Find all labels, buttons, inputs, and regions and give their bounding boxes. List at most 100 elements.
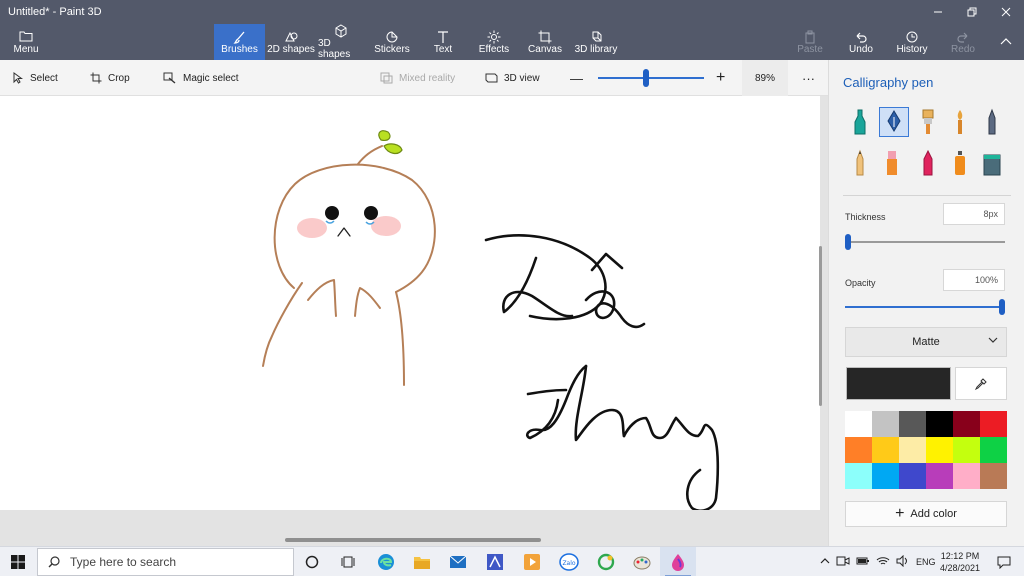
color-swatch[interactable] xyxy=(926,463,953,489)
eye-right xyxy=(364,206,378,220)
history-button[interactable]: History xyxy=(894,24,930,60)
magic-select-button[interactable]: Magic select xyxy=(163,60,239,96)
tab-text[interactable]: Text xyxy=(428,24,458,60)
language-indicator[interactable]: ENG xyxy=(916,557,936,567)
brush-fill[interactable] xyxy=(979,148,1005,178)
brush-spray-can[interactable] xyxy=(947,148,973,178)
tab-3d-shapes[interactable]: 3D shapes xyxy=(318,24,364,60)
tab-brushes[interactable]: Brushes xyxy=(214,24,265,60)
brush-marker[interactable] xyxy=(847,107,873,137)
brush-oil[interactable] xyxy=(915,107,941,137)
zoom-slider-thumb[interactable] xyxy=(643,69,649,87)
battery-icon[interactable] xyxy=(856,556,870,568)
mixed-reality-button[interactable]: Mixed reality xyxy=(380,60,455,96)
taskbar-paint-3d[interactable] xyxy=(660,547,696,576)
color-swatch[interactable] xyxy=(872,437,899,463)
brush-pixel-pen[interactable] xyxy=(979,107,1005,137)
close-button[interactable] xyxy=(988,0,1024,24)
color-swatch[interactable] xyxy=(980,411,1007,437)
tab-2d-shapes[interactable]: 2D shapes xyxy=(267,24,315,60)
paint-3d-icon xyxy=(672,554,684,571)
tab-canvas[interactable]: Canvas xyxy=(528,24,562,60)
color-swatch[interactable] xyxy=(872,411,899,437)
3d-view-button[interactable]: 3D view xyxy=(485,60,540,96)
brush-pencil[interactable] xyxy=(847,148,873,178)
color-swatch[interactable] xyxy=(953,463,980,489)
start-button[interactable] xyxy=(0,547,36,576)
opacity-slider-thumb[interactable] xyxy=(999,299,1005,315)
opacity-value[interactable]: 100% xyxy=(943,269,1005,291)
color-swatch[interactable] xyxy=(926,411,953,437)
tab-3d-library-label: 3D library xyxy=(574,43,618,55)
menu-button[interactable]: Menu xyxy=(0,24,52,60)
color-swatch[interactable] xyxy=(980,437,1007,463)
zoom-in-button[interactable]: + xyxy=(716,60,725,96)
taskbar-edge[interactable] xyxy=(368,547,404,576)
paste-button[interactable]: Paste xyxy=(794,24,826,60)
crop-button[interactable]: Crop xyxy=(90,60,130,96)
color-swatch[interactable] xyxy=(845,411,872,437)
brush-icon xyxy=(232,31,244,44)
add-color-button[interactable]: + Add color xyxy=(845,501,1007,527)
stickers-icon xyxy=(386,30,398,42)
brush-crayon[interactable] xyxy=(915,148,941,178)
cortana-circle-icon xyxy=(305,555,319,569)
color-swatch[interactable] xyxy=(872,463,899,489)
brush-watercolor[interactable] xyxy=(947,107,973,137)
color-swatch[interactable] xyxy=(980,463,1007,489)
thickness-slider-thumb[interactable] xyxy=(845,234,852,250)
thickness-slider-track[interactable] xyxy=(845,241,1005,243)
brush-eraser[interactable] xyxy=(879,148,905,178)
cortana-button[interactable] xyxy=(294,547,330,576)
eyedropper-button[interactable] xyxy=(955,367,1007,400)
brush-calligraphy-pen[interactable] xyxy=(879,107,909,137)
taskbar-clock[interactable]: 12:12 PM 4/28/2021 xyxy=(934,550,986,574)
horizontal-scrollbar[interactable] xyxy=(285,538,541,542)
tab-stickers[interactable]: Stickers xyxy=(370,24,414,60)
meet-now-icon[interactable] xyxy=(836,555,850,569)
wifi-icon[interactable] xyxy=(876,555,890,569)
history-label: History xyxy=(896,43,928,55)
finish-dropdown[interactable]: Matte xyxy=(845,327,1007,357)
zoom-value[interactable]: 89% xyxy=(742,60,788,96)
taskbar-app-green[interactable] xyxy=(588,547,624,576)
color-swatch[interactable] xyxy=(845,463,872,489)
zoom-slider-track[interactable] xyxy=(598,77,704,79)
taskbar-zalo[interactable]: Zalo xyxy=(551,547,587,576)
select-button[interactable]: Select xyxy=(12,60,58,96)
taskbar-mail[interactable] xyxy=(440,547,476,576)
tab-effects[interactable]: Effects xyxy=(477,24,511,60)
collapse-ribbon-button[interactable] xyxy=(994,24,1018,60)
color-swatch[interactable] xyxy=(953,437,980,463)
color-swatch[interactable] xyxy=(899,463,926,489)
taskbar-paint[interactable] xyxy=(624,547,660,576)
taskbar-file-explorer[interactable] xyxy=(404,547,440,576)
color-swatch[interactable] xyxy=(899,411,926,437)
zoom-out-button[interactable]: — xyxy=(570,60,583,96)
redo-button[interactable]: Redo xyxy=(948,24,978,60)
more-options-button[interactable]: ··· xyxy=(802,60,815,96)
minimize-button[interactable] xyxy=(920,0,956,24)
clock-time: 12:12 PM xyxy=(940,551,980,561)
redo-icon xyxy=(957,32,968,43)
taskbar-search[interactable]: Type here to search xyxy=(37,548,294,576)
minimize-icon xyxy=(934,11,942,13)
color-swatch[interactable] xyxy=(953,411,980,437)
thickness-value[interactable]: 8px xyxy=(943,203,1005,225)
volume-icon[interactable] xyxy=(896,554,910,569)
current-color-swatch[interactable] xyxy=(846,367,951,400)
drawing-canvas[interactable] xyxy=(0,96,820,510)
task-view-button[interactable] xyxy=(330,547,366,576)
tab-3d-library[interactable]: 3D library xyxy=(574,24,618,60)
color-swatch[interactable] xyxy=(899,437,926,463)
color-swatch[interactable] xyxy=(845,437,872,463)
chevron-up-icon[interactable] xyxy=(820,556,830,568)
color-swatch[interactable] xyxy=(926,437,953,463)
taskbar-app-tile[interactable] xyxy=(477,547,513,576)
edge-browser-icon xyxy=(378,554,394,570)
taskbar-media[interactable] xyxy=(514,547,550,576)
undo-button[interactable]: Undo xyxy=(846,24,876,60)
notifications-button[interactable] xyxy=(986,547,1022,576)
vertical-scrollbar[interactable] xyxy=(819,246,822,406)
maximize-button[interactable] xyxy=(954,0,990,24)
